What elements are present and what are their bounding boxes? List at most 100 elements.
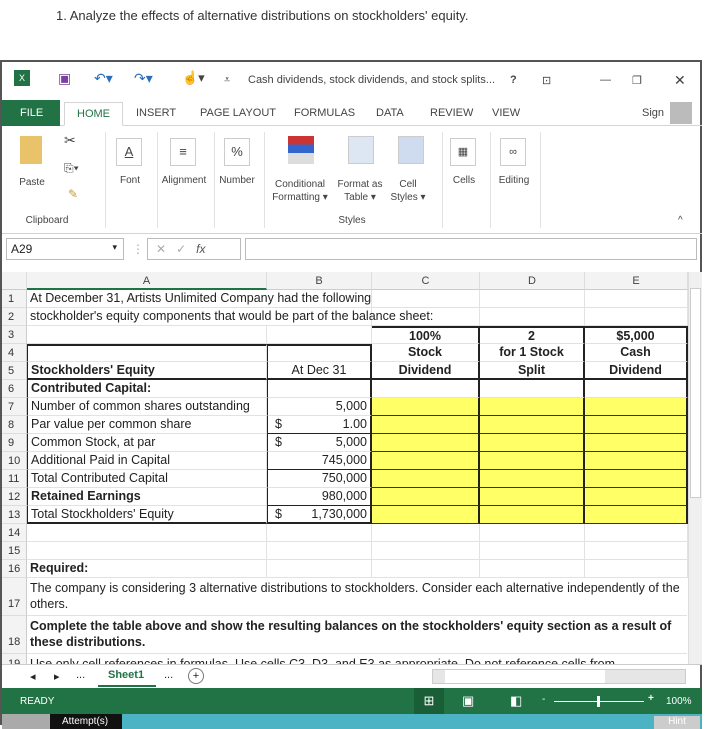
row-header-10[interactable]: 10 bbox=[2, 452, 27, 470]
zoom-in-button[interactable]: + bbox=[648, 693, 654, 704]
enter-icon[interactable]: ✓ bbox=[176, 242, 186, 256]
row-header-6[interactable]: 6 bbox=[2, 380, 27, 398]
cell-D1[interactable] bbox=[480, 290, 585, 308]
column-header-E[interactable]: E bbox=[585, 272, 688, 290]
number-button[interactable]: Number bbox=[214, 174, 260, 187]
zoom-slider-thumb[interactable] bbox=[597, 696, 600, 707]
cell-B4[interactable] bbox=[267, 344, 372, 362]
cell-C6[interactable] bbox=[372, 380, 480, 398]
tab-formulas[interactable]: FORMULAS bbox=[294, 107, 355, 119]
cell-A8[interactable]: Par value per common share bbox=[27, 416, 267, 434]
column-header-C[interactable]: C bbox=[372, 272, 480, 290]
page-break-view-icon[interactable]: ◧ bbox=[510, 693, 522, 709]
hint-button[interactable]: Hint bbox=[654, 716, 700, 729]
cell-A19[interactable]: Use only cell references in formulas. Us… bbox=[27, 654, 687, 664]
cell-B7[interactable]: 5,000 bbox=[267, 398, 372, 416]
tab-view[interactable]: VIEW bbox=[492, 107, 520, 119]
row-header-14[interactable]: 14 bbox=[2, 524, 27, 542]
cell-B6[interactable] bbox=[267, 380, 372, 398]
cell-E4[interactable]: Cash bbox=[585, 344, 688, 362]
cell-B14[interactable] bbox=[267, 524, 372, 542]
row-header-18[interactable]: 18 bbox=[2, 616, 27, 654]
prev-sheet-icon[interactable]: ◂ bbox=[30, 670, 36, 683]
cell-D13[interactable] bbox=[480, 506, 585, 524]
ribbon-display-icon[interactable]: ⊡ bbox=[542, 74, 551, 87]
cell-D5[interactable]: Split bbox=[480, 362, 585, 380]
cell-C13[interactable] bbox=[372, 506, 480, 524]
avatar[interactable] bbox=[670, 102, 692, 124]
zoom-out-button[interactable]: - bbox=[542, 694, 545, 705]
cell-E8[interactable] bbox=[585, 416, 688, 434]
cell-B5[interactable]: At Dec 31 bbox=[267, 362, 372, 380]
cell-C4[interactable]: Stock bbox=[372, 344, 480, 362]
cancel-icon[interactable]: ✕ bbox=[156, 242, 166, 256]
cell-E7[interactable] bbox=[585, 398, 688, 416]
cell-A11[interactable]: Total Contributed Capital bbox=[27, 470, 267, 488]
customize-toolbar-icon[interactable]: ⩡ bbox=[224, 74, 230, 87]
cell-B11[interactable]: 750,000 bbox=[267, 470, 372, 488]
row-header-2[interactable]: 2 bbox=[2, 308, 27, 326]
column-header-B[interactable]: B bbox=[267, 272, 372, 290]
redo-icon[interactable]: ↷▾ bbox=[134, 70, 153, 87]
cell-D14[interactable] bbox=[480, 524, 585, 542]
attempts-label[interactable]: Attempt(s) bbox=[50, 714, 122, 729]
tab-home[interactable]: HOME bbox=[64, 102, 123, 126]
tab-review[interactable]: REVIEW bbox=[430, 107, 473, 119]
scroll-thumb[interactable] bbox=[445, 670, 605, 683]
row-header-7[interactable]: 7 bbox=[2, 398, 27, 416]
cell-C10[interactable] bbox=[372, 452, 480, 470]
row-header-17[interactable]: 17 bbox=[2, 578, 27, 616]
cells-button[interactable]: Cells bbox=[446, 174, 482, 187]
row-header-8[interactable]: 8 bbox=[2, 416, 27, 434]
next-sheet-icon[interactable]: ▸ bbox=[54, 670, 60, 683]
more-sheets-right[interactable]: ... bbox=[164, 669, 173, 681]
cells-icon[interactable]: ▦ bbox=[450, 138, 476, 166]
row-header-13[interactable]: 13 bbox=[2, 506, 27, 524]
cell-A1[interactable]: At December 31, Artists Unlimited Compan… bbox=[27, 290, 371, 308]
vertical-scroll-thumb[interactable] bbox=[690, 288, 701, 498]
font-icon[interactable]: A bbox=[116, 138, 142, 166]
cell-B10[interactable]: 745,000 bbox=[267, 452, 372, 470]
format-as-table-icon[interactable] bbox=[348, 136, 374, 164]
row-header-4[interactable]: 4 bbox=[2, 344, 27, 362]
row-header-1[interactable]: 1 bbox=[2, 290, 27, 308]
copy-icon[interactable]: ⎘▾ bbox=[64, 162, 79, 175]
editing-button[interactable]: Editing bbox=[494, 174, 534, 187]
cell-D15[interactable] bbox=[480, 542, 585, 560]
sign-in-link[interactable]: Sign bbox=[642, 107, 664, 119]
select-all-corner[interactable] bbox=[2, 272, 27, 290]
cell-A15[interactable] bbox=[27, 542, 267, 560]
cell-C1[interactable] bbox=[372, 290, 480, 308]
spreadsheet-grid[interactable]: A B C D E 1 At December 31, Artists Unlimited … bbox=[2, 272, 702, 664]
cell-C15[interactable] bbox=[372, 542, 480, 560]
conditional-formatting-button[interactable]: Conditional Formatting ▾ bbox=[268, 178, 332, 204]
row-header-19[interactable]: 19 bbox=[2, 654, 27, 664]
cell-E2[interactable] bbox=[585, 308, 688, 326]
cell-E1[interactable] bbox=[585, 290, 688, 308]
row-header-5[interactable]: 5 bbox=[2, 362, 27, 380]
cell-C8[interactable] bbox=[372, 416, 480, 434]
tab-page-layout[interactable]: PAGE LAYOUT bbox=[200, 107, 276, 119]
cell-D8[interactable] bbox=[480, 416, 585, 434]
conditional-formatting-icon[interactable] bbox=[288, 136, 314, 164]
more-sheets-left[interactable]: ... bbox=[76, 669, 85, 681]
cell-E11[interactable] bbox=[585, 470, 688, 488]
cell-A12[interactable]: Retained Earnings bbox=[27, 488, 267, 506]
cell-C3[interactable]: 100% bbox=[372, 326, 480, 344]
cell-D6[interactable] bbox=[480, 380, 585, 398]
cell-A10[interactable]: Additional Paid in Capital bbox=[27, 452, 267, 470]
cell-A4[interactable] bbox=[27, 344, 267, 362]
save-icon[interactable]: ▣ bbox=[58, 70, 71, 87]
cell-E6[interactable] bbox=[585, 380, 688, 398]
alignment-icon[interactable]: ≡ bbox=[170, 138, 196, 166]
row-header-16[interactable]: 16 bbox=[2, 560, 27, 578]
cell-A13[interactable]: Total Stockholders' Equity bbox=[27, 506, 267, 524]
cell-C7[interactable] bbox=[372, 398, 480, 416]
collapse-ribbon-icon[interactable]: ^ bbox=[678, 214, 683, 227]
cell-B8[interactable]: $1.00 bbox=[267, 416, 372, 434]
column-header-A[interactable]: A bbox=[27, 272, 267, 290]
cell-E12[interactable] bbox=[585, 488, 688, 506]
help-button[interactable]: ? bbox=[510, 74, 517, 86]
name-box[interactable]: A29 ▾ bbox=[6, 238, 124, 260]
tab-file[interactable]: FILE bbox=[2, 100, 60, 126]
